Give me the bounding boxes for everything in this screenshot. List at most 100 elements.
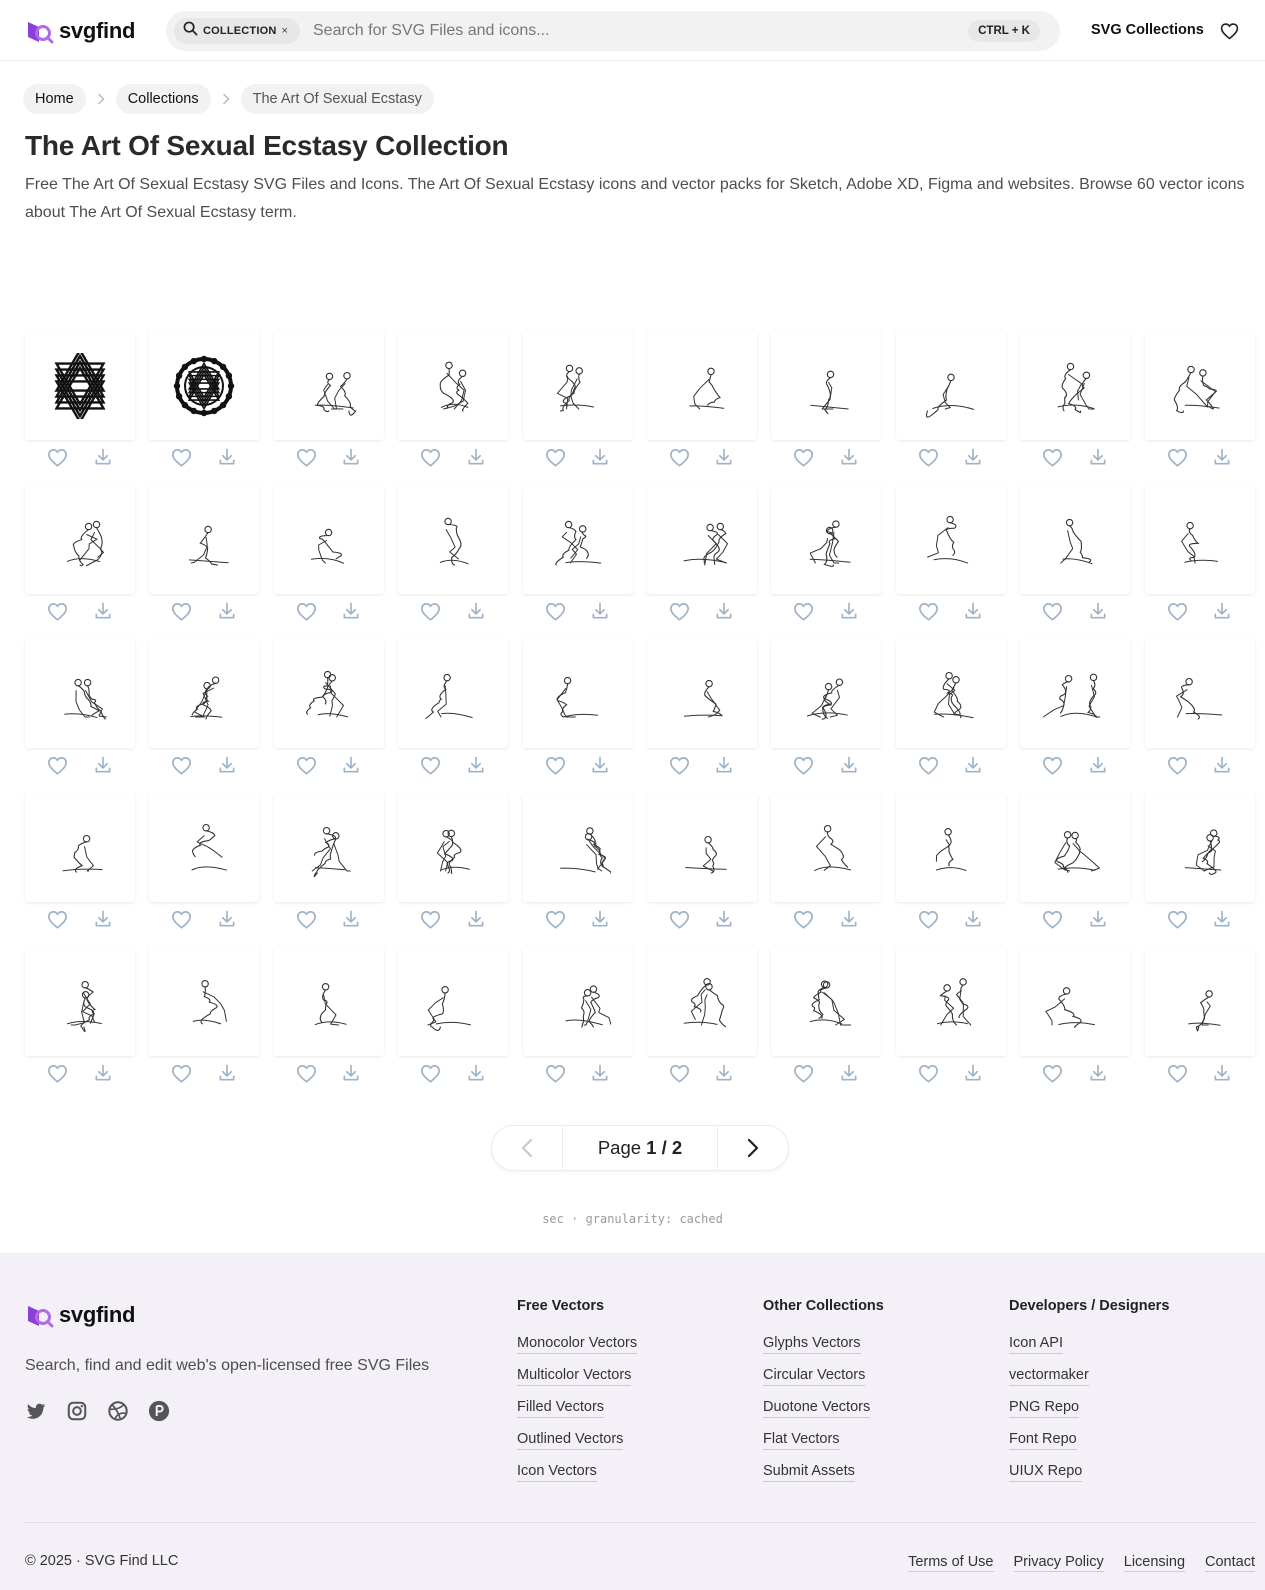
download-icon[interactable] [838, 908, 860, 930]
nav-svg-collections-link[interactable]: SVG Collections [1091, 22, 1204, 38]
favorite-heart-icon[interactable] [917, 908, 939, 930]
download-icon[interactable] [962, 754, 984, 776]
download-icon[interactable] [340, 446, 362, 468]
icon-card[interactable] [771, 331, 882, 440]
icon-card[interactable] [25, 793, 135, 902]
download-icon[interactable] [962, 446, 984, 468]
icon-card[interactable] [771, 485, 882, 594]
download-icon[interactable] [216, 754, 238, 776]
icon-card[interactable] [1020, 485, 1131, 594]
favorite-heart-icon[interactable] [295, 754, 317, 776]
download-icon[interactable] [589, 754, 611, 776]
icon-card[interactable] [149, 639, 260, 748]
favorite-heart-icon[interactable] [917, 1062, 939, 1084]
footer-link[interactable]: Glyphs Vectors [763, 1334, 861, 1354]
icon-card[interactable] [398, 331, 509, 440]
download-icon[interactable] [589, 1062, 611, 1084]
icon-card[interactable] [398, 485, 509, 594]
download-icon[interactable] [465, 908, 487, 930]
download-icon[interactable] [1087, 908, 1109, 930]
favorite-heart-icon[interactable] [668, 1062, 690, 1084]
footer-link[interactable]: Flat Vectors [763, 1430, 840, 1450]
icon-card[interactable] [646, 793, 757, 902]
icon-card[interactable] [1144, 331, 1255, 440]
favorite-heart-icon[interactable] [668, 908, 690, 930]
favorite-heart-icon[interactable] [171, 1062, 193, 1084]
footer-link[interactable]: Icon Vectors [517, 1462, 597, 1482]
download-icon[interactable] [340, 908, 362, 930]
download-icon[interactable] [340, 600, 362, 622]
favorite-heart-icon[interactable] [544, 908, 566, 930]
icon-card[interactable] [25, 639, 135, 748]
next-page-button[interactable] [718, 1126, 788, 1170]
favorite-heart-icon[interactable] [1166, 908, 1188, 930]
footer-link[interactable]: Circular Vectors [763, 1366, 866, 1386]
download-icon[interactable] [216, 908, 238, 930]
favorite-heart-icon[interactable] [420, 908, 442, 930]
download-icon[interactable] [465, 600, 487, 622]
download-icon[interactable] [92, 446, 114, 468]
icon-card[interactable] [522, 639, 633, 748]
download-icon[interactable] [713, 600, 735, 622]
icon-card[interactable] [1020, 331, 1131, 440]
prev-page-button[interactable] [492, 1126, 562, 1170]
favorite-heart-icon[interactable] [171, 908, 193, 930]
icon-card[interactable] [398, 639, 509, 748]
favorite-heart-icon[interactable] [544, 600, 566, 622]
icon-card[interactable] [646, 639, 757, 748]
favorite-heart-icon[interactable] [1042, 908, 1064, 930]
icon-card[interactable] [1144, 793, 1255, 902]
icon-card[interactable] [771, 793, 882, 902]
icon-card[interactable] [646, 331, 757, 440]
favorite-heart-icon[interactable] [544, 1062, 566, 1084]
footer-link[interactable]: Duotone Vectors [763, 1398, 871, 1418]
icon-card[interactable] [273, 947, 384, 1056]
icon-card[interactable] [1144, 947, 1255, 1056]
footer-link[interactable]: UIUX Repo [1009, 1462, 1083, 1482]
download-icon[interactable] [465, 446, 487, 468]
download-icon[interactable] [713, 446, 735, 468]
breadcrumb-home[interactable]: Home [23, 84, 86, 114]
download-icon[interactable] [838, 600, 860, 622]
collection-filter-pill[interactable]: COLLECTION × [174, 18, 300, 44]
download-icon[interactable] [1211, 908, 1233, 930]
favorite-heart-icon[interactable] [295, 600, 317, 622]
favorite-heart-icon[interactable] [295, 908, 317, 930]
producthunt-icon[interactable] [148, 1400, 170, 1422]
download-icon[interactable] [838, 446, 860, 468]
footer-link[interactable]: Submit Assets [763, 1462, 855, 1482]
icon-card[interactable] [149, 485, 260, 594]
footer-link[interactable]: vectormaker [1009, 1366, 1089, 1386]
download-icon[interactable] [216, 600, 238, 622]
favorite-heart-icon[interactable] [295, 446, 317, 468]
favorite-heart-icon[interactable] [668, 600, 690, 622]
download-icon[interactable] [962, 908, 984, 930]
icon-card[interactable] [1144, 485, 1255, 594]
favorites-heart-icon[interactable] [1220, 22, 1239, 45]
icon-card[interactable] [273, 793, 384, 902]
privacy-link[interactable]: Privacy Policy [1013, 1553, 1104, 1572]
download-icon[interactable] [1211, 600, 1233, 622]
download-icon[interactable] [1211, 1062, 1233, 1084]
icon-card[interactable] [522, 947, 633, 1056]
download-icon[interactable] [962, 1062, 984, 1084]
icon-card[interactable] [398, 793, 509, 902]
favorite-heart-icon[interactable] [1042, 600, 1064, 622]
favorite-heart-icon[interactable] [171, 600, 193, 622]
icon-card[interactable] [149, 793, 260, 902]
favorite-heart-icon[interactable] [171, 446, 193, 468]
icon-card[interactable] [895, 793, 1006, 902]
favorite-heart-icon[interactable] [793, 1062, 815, 1084]
remove-filter-button[interactable]: × [282, 25, 288, 37]
download-icon[interactable] [92, 1062, 114, 1084]
search-input[interactable] [313, 11, 953, 51]
download-icon[interactable] [713, 754, 735, 776]
footer-link[interactable]: Multicolor Vectors [517, 1366, 632, 1386]
twitter-icon[interactable] [25, 1400, 47, 1422]
favorite-heart-icon[interactable] [1042, 1062, 1064, 1084]
favorite-heart-icon[interactable] [420, 600, 442, 622]
icon-card[interactable] [25, 485, 135, 594]
favorite-heart-icon[interactable] [171, 754, 193, 776]
favorite-heart-icon[interactable] [1042, 754, 1064, 776]
favorite-heart-icon[interactable] [917, 754, 939, 776]
